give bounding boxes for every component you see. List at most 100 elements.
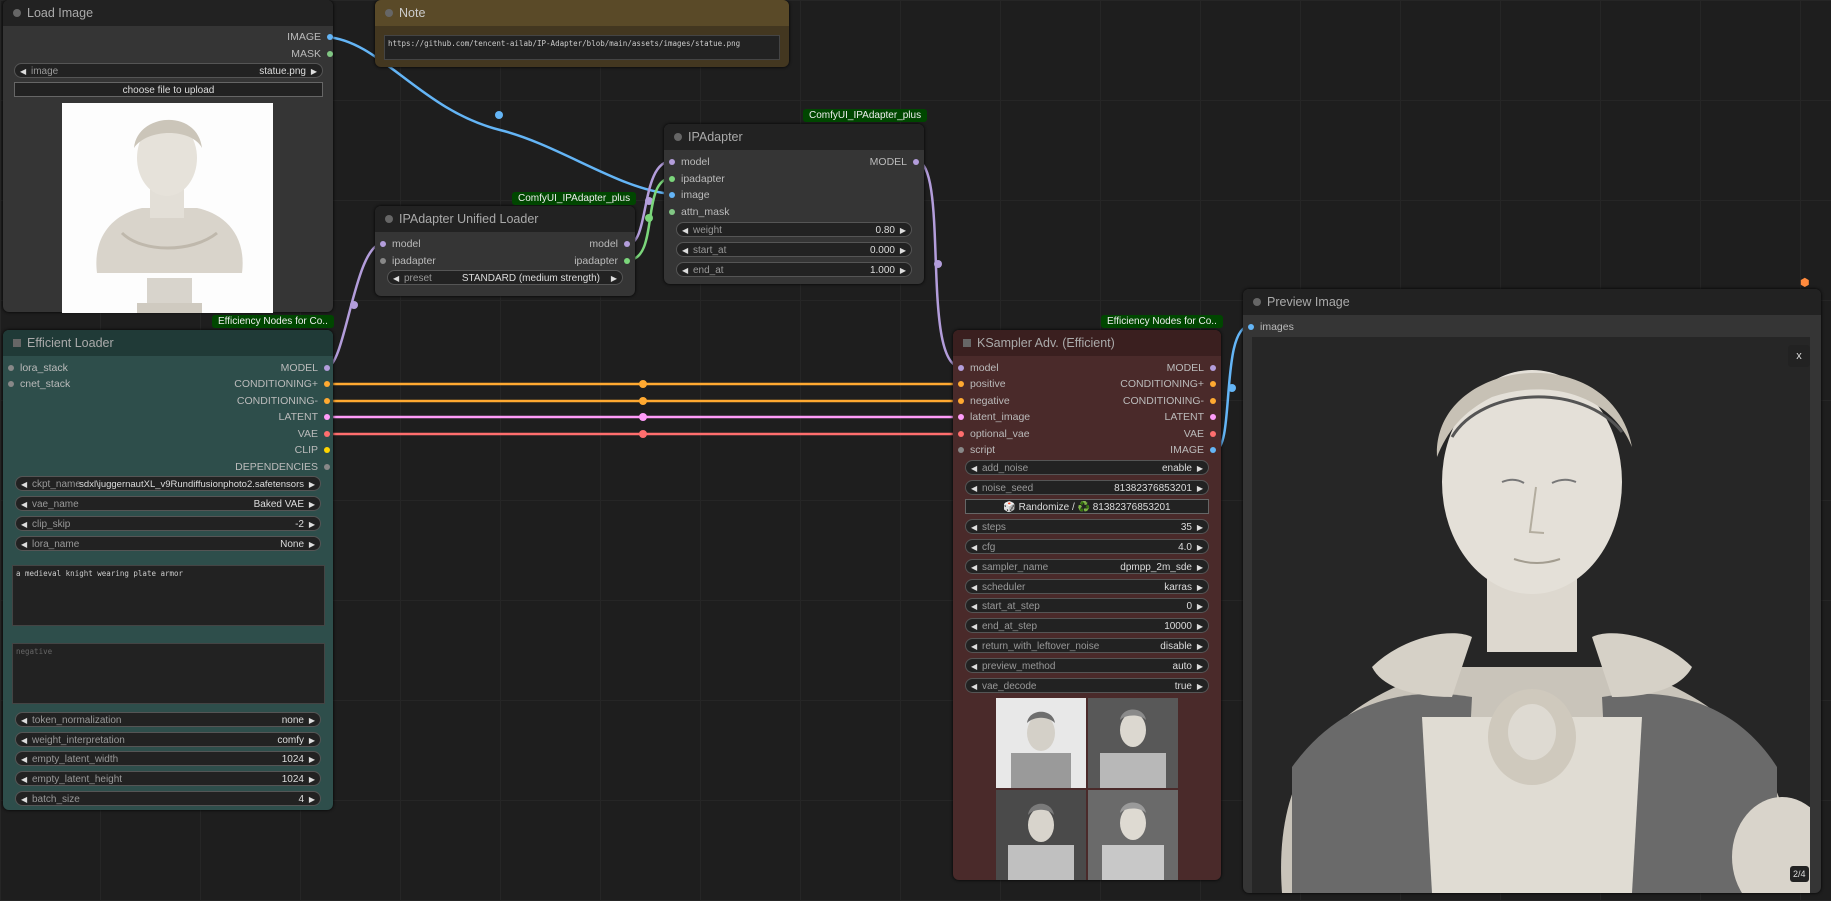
thumbnail-image[interactable] [1088, 790, 1178, 880]
negative-prompt-textarea[interactable]: negative [12, 643, 325, 704]
arrow-right-icon[interactable]: ▶ [900, 223, 906, 238]
arrow-left-icon[interactable]: ◀ [21, 792, 27, 807]
node-title[interactable]: Efficient Loader [3, 330, 333, 356]
end-at-step-widget[interactable]: ◀ end_at_step 10000 ▶ [965, 618, 1209, 633]
pin-icon[interactable] [669, 192, 675, 198]
pin-icon[interactable] [958, 414, 964, 420]
steps-widget[interactable]: ◀ steps 35 ▶ [965, 519, 1209, 534]
pin-icon[interactable] [8, 381, 14, 387]
input-image[interactable]: image [669, 188, 710, 202]
note-node[interactable]: Note https://github.com/tencent-ailab/IP… [375, 0, 789, 67]
arrow-left-icon[interactable]: ◀ [21, 517, 27, 532]
arrow-left-icon[interactable]: ◀ [682, 263, 688, 278]
pin-icon[interactable] [1210, 431, 1216, 437]
arrow-left-icon[interactable]: ◀ [971, 560, 977, 575]
upload-button[interactable]: choose file to upload [14, 82, 323, 97]
pin-icon[interactable] [380, 241, 386, 247]
arrow-right-icon[interactable]: ▶ [309, 517, 315, 532]
arrow-left-icon[interactable]: ◀ [20, 64, 26, 79]
arrow-left-icon[interactable]: ◀ [21, 772, 27, 787]
input-ipadapter[interactable]: ipadapter [669, 172, 725, 186]
token-normalization-widget[interactable]: ◀ token_normalization none ▶ [15, 712, 321, 727]
pin-icon[interactable] [958, 431, 964, 437]
output-mask[interactable]: MASK [291, 47, 333, 61]
pin-icon[interactable] [327, 34, 333, 40]
pin-icon[interactable] [324, 381, 330, 387]
arrow-right-icon[interactable]: ▶ [1197, 580, 1203, 595]
pin-icon[interactable] [380, 258, 386, 264]
pin-icon[interactable] [1210, 365, 1216, 371]
output-dependencies[interactable]: DEPENDENCIES [235, 460, 330, 474]
pin-icon[interactable] [1248, 324, 1254, 330]
arrow-right-icon[interactable]: ▶ [309, 497, 315, 512]
pin-icon[interactable] [1210, 381, 1216, 387]
arrow-left-icon[interactable]: ◀ [682, 223, 688, 238]
output-model[interactable]: MODEL [281, 361, 330, 375]
output-conditioning-positive[interactable]: CONDITIONING+ [234, 377, 330, 391]
weight-interpretation-widget[interactable]: ◀ weight_interpretation comfy ▶ [15, 732, 321, 747]
pin-icon[interactable] [1210, 414, 1216, 420]
arrow-right-icon[interactable]: ▶ [309, 752, 315, 767]
input-model[interactable]: model [669, 155, 710, 169]
output-model[interactable]: MODEL [1167, 361, 1216, 375]
pin-icon[interactable] [324, 365, 330, 371]
node-title[interactable]: Note [375, 0, 789, 26]
batch-size-widget[interactable]: ◀ batch_size 4 ▶ [15, 791, 321, 806]
thumbnail-image[interactable] [996, 698, 1086, 788]
thumbnail-image[interactable] [1088, 698, 1178, 788]
input-model[interactable]: model [958, 361, 999, 375]
start-at-step-widget[interactable]: ◀ start_at_step 0 ▶ [965, 598, 1209, 613]
ipadapter-node[interactable]: IPAdapter model ipadapter image attn_mas… [664, 124, 924, 284]
pin-icon[interactable] [958, 365, 964, 371]
sampler-name-widget[interactable]: ◀ sampler_name dpmpp_2m_sde ▶ [965, 559, 1209, 574]
output-clip[interactable]: CLIP [295, 443, 330, 457]
arrow-right-icon[interactable]: ▶ [1197, 599, 1203, 614]
pin-icon[interactable] [669, 176, 675, 182]
output-model[interactable]: model [589, 237, 630, 251]
pin-icon[interactable] [958, 381, 964, 387]
randomize-seed-button[interactable]: 🎲 Randomize / ♻️ 81382376853201 [965, 499, 1209, 514]
collapse-dot-icon[interactable] [674, 133, 682, 141]
arrow-right-icon[interactable]: ▶ [309, 477, 315, 492]
node-title[interactable]: Preview Image [1243, 289, 1821, 315]
arrow-right-icon[interactable]: ▶ [611, 271, 617, 286]
pin-icon[interactable] [913, 159, 919, 165]
scheduler-widget[interactable]: ◀ scheduler karras ▶ [965, 579, 1209, 594]
pin-icon[interactable] [324, 398, 330, 404]
collapse-dot-icon[interactable] [385, 9, 393, 17]
arrow-right-icon[interactable]: ▶ [1197, 481, 1203, 496]
collapse-dot-icon[interactable] [385, 215, 393, 223]
arrow-left-icon[interactable]: ◀ [971, 481, 977, 496]
load-image-node[interactable]: Load Image IMAGE MASK ◀ image statue.png ▶ … [3, 0, 333, 313]
collapse-dot-icon[interactable] [13, 9, 21, 17]
node-title[interactable]: KSampler Adv. (Efficient) [953, 330, 1221, 356]
arrow-right-icon[interactable]: ▶ [309, 713, 315, 728]
pin-icon[interactable] [669, 159, 675, 165]
arrow-right-icon[interactable]: ▶ [311, 64, 317, 79]
preview-method-widget[interactable]: ◀ preview_method auto ▶ [965, 658, 1209, 673]
arrow-left-icon[interactable]: ◀ [21, 713, 27, 728]
empty-latent-height-widget[interactable]: ◀ empty_latent_height 1024 ▶ [15, 771, 321, 786]
pin-icon[interactable] [669, 209, 675, 215]
input-negative[interactable]: negative [958, 394, 1010, 408]
arrow-right-icon[interactable]: ▶ [1197, 520, 1203, 535]
arrow-left-icon[interactable]: ◀ [21, 477, 27, 492]
pin-icon[interactable] [324, 431, 330, 437]
pin-icon[interactable] [958, 398, 964, 404]
pin-icon[interactable] [1210, 398, 1216, 404]
collapse-dot-icon[interactable] [1253, 298, 1261, 306]
arrow-left-icon[interactable]: ◀ [971, 679, 977, 694]
output-image[interactable]: IMAGE [1170, 443, 1216, 457]
output-vae[interactable]: VAE [298, 427, 330, 441]
image-select-widget[interactable]: ◀ image statue.png ▶ [14, 63, 323, 78]
node-title[interactable]: Load Image [3, 0, 333, 26]
output-model[interactable]: MODEL [870, 155, 919, 169]
arrow-right-icon[interactable]: ▶ [900, 243, 906, 258]
output-vae[interactable]: VAE [1184, 427, 1216, 441]
arrow-left-icon[interactable]: ◀ [971, 659, 977, 674]
arrow-right-icon[interactable]: ▶ [1197, 659, 1203, 674]
arrow-left-icon[interactable]: ◀ [21, 733, 27, 748]
output-latent[interactable]: LATENT [1165, 410, 1216, 424]
input-optional-vae[interactable]: optional_vae [958, 427, 1030, 441]
output-conditioning-positive[interactable]: CONDITIONING+ [1120, 377, 1216, 391]
